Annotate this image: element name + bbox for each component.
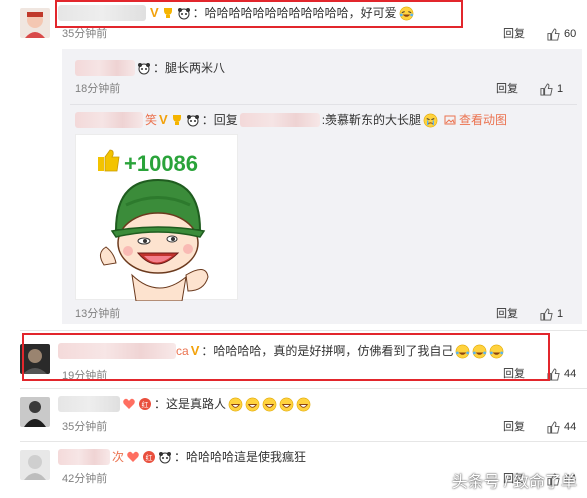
red-badge-icon: 红 [143,451,156,463]
blurred-mention [239,113,320,127]
avatar[interactable] [20,450,50,480]
blurred-username [75,60,135,76]
blurred-username [75,112,143,128]
username-fragment: 次 [112,450,125,464]
divider [20,330,587,331]
panda-badge-icon [186,115,199,127]
thumbs-up-icon [540,82,553,96]
sticker-image[interactable]: +10086 [75,134,238,302]
thumbs-up-sticker-icon [98,149,120,172]
panda-badge-icon [138,63,150,75]
watermark-text: 头条号 / 致命了单 [451,474,577,491]
grin-emoji-icon [296,397,311,411]
like-button[interactable]: 1 [540,82,563,96]
red-badge-icon: 红 [139,398,151,410]
thumbs-up-icon [547,420,560,434]
image-icon [444,115,456,125]
divider [70,104,577,105]
grin-emoji-icon [279,397,294,411]
view-gif-label: 查看动图 [459,113,508,127]
highlight-box [22,333,550,381]
comment-text: ：哈哈哈哈這是使我瘋狂 [174,450,307,464]
heart-badge-icon [123,398,135,409]
like-count: 1 [557,308,564,320]
username-fragment: 笑 [145,113,158,127]
like-count: 44 [564,421,577,433]
like-count: 44 [564,368,577,380]
subreply-time: 18分钟前 [75,83,121,95]
like-count: 1 [557,83,564,95]
reply-button[interactable]: 回复 [503,27,525,41]
comment-text-line: 次 红 ：哈哈哈哈這是使我瘋狂 [112,449,306,465]
like-button[interactable]: 1 [540,307,563,321]
like-button[interactable]: 44 [547,420,576,434]
svg-text:红: 红 [146,453,153,462]
watermark: 头条号 / 致命了单 [452,468,577,492]
divider [20,441,587,442]
svg-text:红: 红 [142,400,149,409]
comment-text: ：这是真路人 [154,397,227,411]
blurred-username [58,449,110,465]
view-gif-link[interactable]: 查看动图 [444,112,507,128]
reply-button[interactable]: 回复 [496,307,518,321]
subreply-text: ：腿长两米八 [153,61,226,75]
like-count: 60 [564,28,577,40]
avatar[interactable] [20,397,50,427]
reply-prefix: ：回复 [201,113,238,127]
reply-button[interactable]: 回复 [503,420,525,434]
avatar[interactable] [20,8,50,38]
grin-emoji-icon [262,397,277,411]
thumbs-up-icon [547,27,560,41]
grin-emoji-icon [245,397,260,411]
panda-badge-icon [159,452,172,464]
sticker-text: +10086 [124,151,198,176]
divider [20,388,587,389]
subreply-time: 13分钟前 [75,308,121,320]
heart-badge-icon [127,451,139,462]
like-button[interactable]: 60 [547,27,576,41]
comment-time: 35分钟前 [62,28,108,40]
subreply-text-line: ：腿长两米八 [137,60,225,76]
trophy-badge-icon [172,115,181,125]
thumbs-up-icon [540,307,553,321]
grin-emoji-icon [228,397,243,411]
comment-text-line: 红 ：这是真路人 [122,396,311,412]
blurred-username [58,396,120,412]
like-button[interactable]: 44 [547,367,576,381]
comment-time: 35分钟前 [62,421,108,433]
highlight-box [55,0,463,28]
subreply-text: :羡慕靳东的大长腿 [321,113,422,127]
comment-time: 42分钟前 [62,473,108,485]
vip-badge-icon: V [159,112,168,127]
crying-emoji-icon [423,113,438,127]
subreply-text-line: 笑 V ：回复 :羡慕靳东的大长腿 查看动图 [145,112,507,128]
reply-button[interactable]: 回复 [496,82,518,96]
